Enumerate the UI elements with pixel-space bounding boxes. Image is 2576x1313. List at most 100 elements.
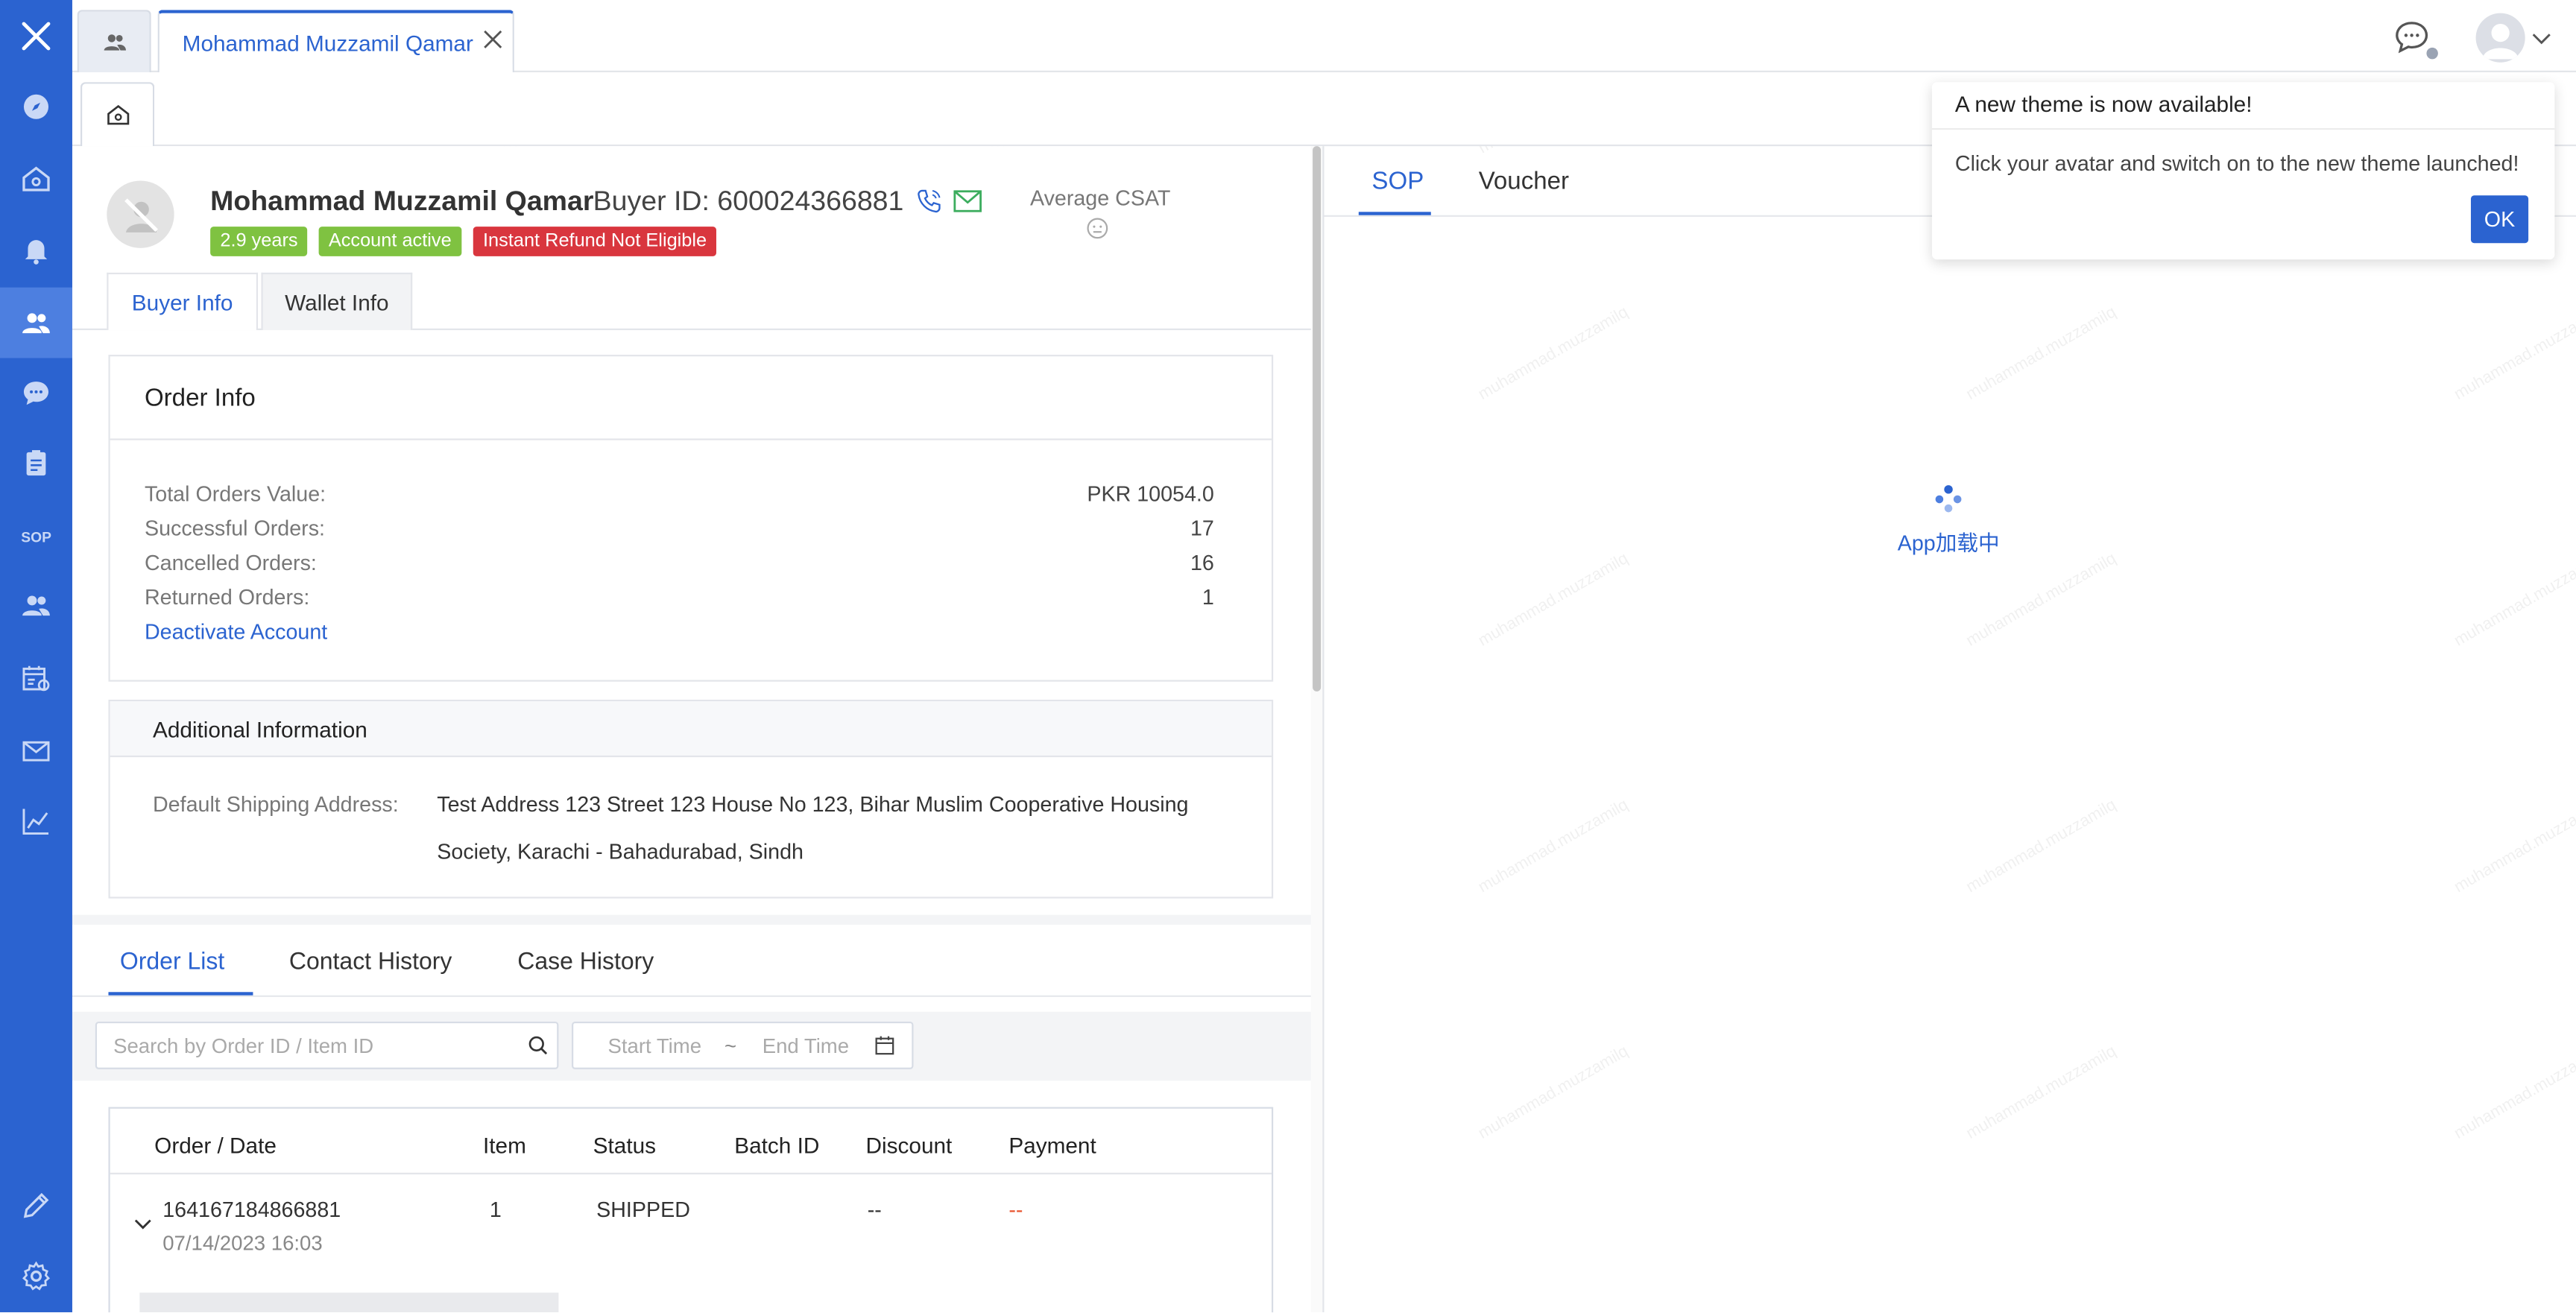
loading-spinner-icon (1931, 481, 1966, 517)
end-time-input[interactable]: End Time (763, 1034, 849, 1057)
tab-contacts[interactable] (77, 10, 151, 72)
watermark-text: muhammad.muzzamilq (1963, 550, 2120, 651)
cancelled-orders-label: Cancelled Orders: (144, 550, 317, 575)
watermark-text: muhammad.muzzamilq (1475, 796, 1632, 897)
home-icon (107, 104, 129, 125)
mail-icon[interactable] (0, 718, 72, 783)
chat-icon[interactable] (0, 360, 72, 425)
pencil-icon[interactable] (0, 1173, 72, 1238)
order-detail-placeholder (139, 1292, 559, 1313)
chevron-down-icon[interactable] (133, 1212, 153, 1232)
watermark-text: muhammad.muzzamilq (2451, 796, 2576, 897)
close-icon[interactable] (483, 30, 502, 56)
users-icon (103, 34, 125, 50)
successful-orders-value: 17 (1190, 516, 1214, 541)
sop-icon[interactable]: SOP (0, 502, 72, 568)
watermark-text: muhammad.muzzamilq (1475, 1043, 1632, 1144)
panel-divider (1322, 146, 1325, 1313)
col-payment: Payment (1008, 1133, 1096, 1158)
app-root: muhammad.muzzamilq muhammad.muzzamilq muha… (0, 0, 2576, 1313)
active-tab-indicator (1358, 212, 1431, 215)
badge-account-status: Account active (318, 227, 461, 256)
col-discount: Discount (865, 1133, 953, 1158)
table-header-divider (110, 1172, 1272, 1174)
chart-icon[interactable] (0, 788, 72, 854)
avatar[interactable] (2475, 13, 2525, 63)
popover-body: Click your avatar and switch on to the n… (1954, 151, 2519, 176)
phone-icon[interactable] (915, 187, 943, 215)
chevron-down-icon[interactable] (2532, 26, 2551, 45)
calendar-icon[interactable] (874, 1035, 896, 1061)
neutral-face-icon (1086, 217, 1109, 240)
order-payment: -- (1008, 1197, 1023, 1222)
home-icon[interactable] (0, 146, 72, 212)
ok-button[interactable]: OK (2470, 195, 2529, 244)
date-range-input[interactable]: Start Time ~ End Time (572, 1021, 914, 1069)
users-icon[interactable] (0, 287, 72, 358)
tab-divider (72, 328, 1311, 331)
badge-refund-eligibility: Instant Refund Not Eligible (473, 227, 717, 256)
svg-text:SOP: SOP (21, 531, 51, 546)
start-time-input[interactable]: Start Time (608, 1034, 702, 1057)
buyer-avatar (107, 180, 174, 248)
col-order-date: Order / Date (154, 1133, 277, 1158)
user-group-icon[interactable] (0, 573, 72, 639)
buyer-id: Buyer ID: 600024366881 (593, 186, 904, 217)
order-status: SHIPPED (596, 1197, 690, 1222)
logo-icon[interactable] (0, 0, 72, 72)
tab-contact-history[interactable]: Contact History (289, 949, 452, 975)
user-blocked-icon (124, 197, 157, 232)
order-info-title: Order Info (144, 384, 256, 413)
watermark-text: muhammad.muzzamilq (1963, 303, 2120, 405)
buyer-name: Mohammad Muzzamil Qamar (210, 186, 594, 217)
shipping-address-line2: Society, Karachi - Bahadurabad, Sindh (437, 839, 804, 864)
bell-icon[interactable] (0, 217, 72, 282)
col-item: Item (483, 1133, 526, 1158)
tab-sop[interactable]: SOP (1371, 168, 1424, 195)
chat-bubble-icon[interactable] (2392, 18, 2438, 60)
scrollbar-thumb[interactable] (1313, 146, 1322, 692)
tab-voucher[interactable]: Voucher (1479, 168, 1569, 195)
col-batch-id: Batch ID (734, 1133, 820, 1158)
calendar-icon[interactable] (0, 645, 72, 711)
popover-divider (1932, 127, 2555, 130)
watermark-text: muhammad.muzzamilq (1475, 550, 1632, 651)
tab-case-history[interactable]: Case History (517, 949, 654, 975)
additional-info-title: Additional Information (152, 718, 367, 743)
returned-orders-value: 1 (1202, 584, 1214, 610)
watermark-text: muhammad.muzzamilq (1963, 796, 2120, 897)
returned-orders-label: Returned Orders: (144, 584, 310, 610)
mail-icon[interactable] (953, 189, 982, 213)
order-id-link[interactable]: 164167184866881 (162, 1197, 341, 1222)
search-icon[interactable] (528, 1035, 549, 1061)
clipboard-icon[interactable] (0, 430, 72, 496)
total-orders-label: Total Orders Value: (144, 481, 326, 506)
total-orders-value: PKR 10054.0 (1087, 481, 1214, 506)
tab-wallet-info[interactable]: Wallet Info (261, 272, 413, 331)
watermark-text: muhammad.muzzamilq (1963, 1043, 2120, 1144)
watermark-text: muhammad.muzzamilq (2451, 303, 2576, 405)
deactivate-account-link[interactable]: Deactivate Account (145, 619, 327, 644)
popover-title: A new theme is now available! (1954, 92, 2253, 117)
tab-buyer-info[interactable]: Buyer Info (107, 272, 259, 331)
order-tabs-divider (72, 995, 1311, 997)
cancelled-orders-value: 16 (1190, 550, 1214, 575)
watermark-text: muhammad.muzzamilq (1475, 303, 1632, 405)
loading-text: App加载中 (1897, 530, 2000, 555)
tab-order-list[interactable]: Order List (120, 949, 224, 975)
search-input[interactable]: Search by Order ID / Item ID (95, 1021, 559, 1069)
watermark-text: muhammad.muzzamilq (2451, 550, 2576, 651)
col-status: Status (593, 1133, 657, 1158)
gear-icon[interactable] (0, 1244, 72, 1309)
shipping-address-label: Default Shipping Address: (152, 791, 399, 817)
divider (110, 438, 1272, 440)
csat-label: Average CSAT (1029, 186, 1171, 211)
shipping-address-line1: Test Address 123 Street 123 House No 123… (437, 791, 1189, 817)
date-separator: ~ (724, 1034, 737, 1057)
search-placeholder: Search by Order ID / Item ID (113, 1034, 374, 1057)
tab-home[interactable] (80, 82, 155, 147)
sidebar: SOP (0, 0, 72, 1313)
compass-icon[interactable] (0, 74, 72, 139)
order-item-count: 1 (489, 1197, 502, 1222)
tab-buyer[interactable]: Mohammad Muzzamil Qamar (157, 10, 514, 72)
